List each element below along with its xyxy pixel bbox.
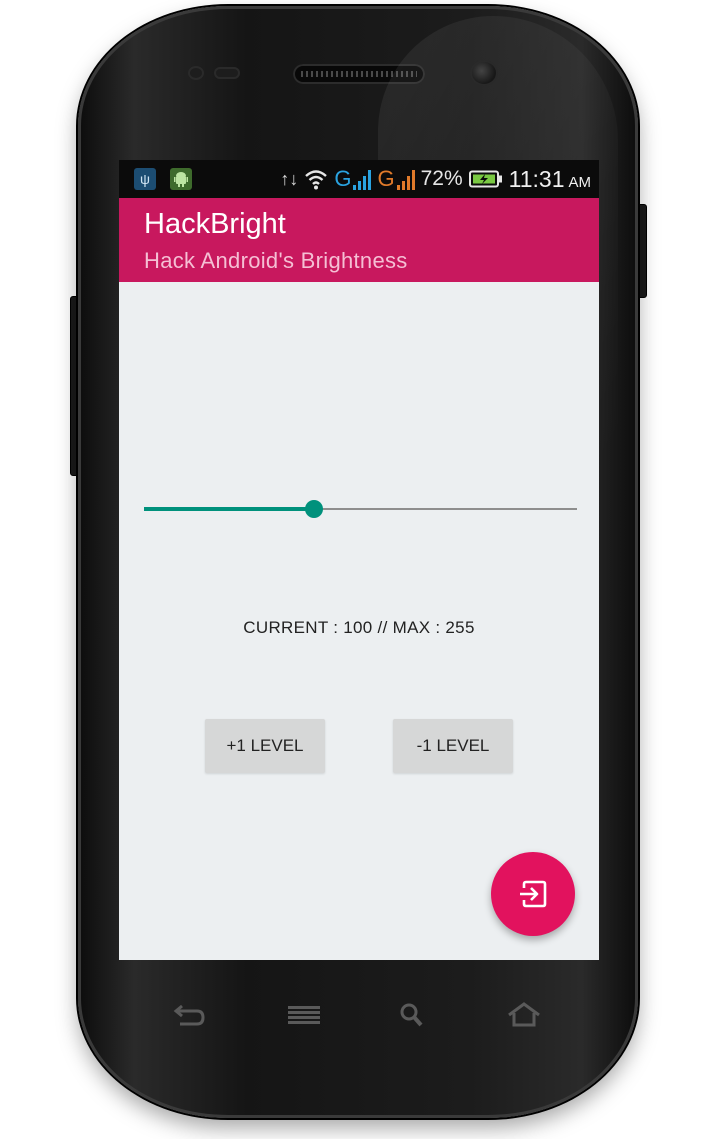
android-debug-icon [170,168,192,190]
proximity-sensor [188,66,204,80]
app-bar: HackBright Hack Android's Brightness [119,198,599,282]
page-subtitle: Hack Android's Brightness [144,248,408,273]
usb-icon: ψ [134,168,156,190]
decrease-level-button[interactable]: -1 LEVEL [393,719,513,773]
slider-fill [144,507,314,511]
earpiece-speaker [293,64,425,84]
back-key[interactable] [170,998,210,1032]
signal-icon-sim2: G [377,168,415,190]
home-icon [508,1002,540,1027]
menu-key[interactable] [284,998,324,1032]
slider-thumb[interactable] [304,500,323,518]
data-activity-icon: ↑↓ [280,168,299,189]
brightness-slider[interactable] [144,500,577,520]
clock: 11:31 AM [508,165,591,192]
page-title: HackBright [144,208,286,240]
home-key[interactable] [504,998,544,1032]
signal-icon-sim1: G [334,168,372,190]
search-key[interactable] [392,998,432,1032]
exit-fab-button[interactable] [491,852,575,936]
status-bar: ψ ↑↓ G G 72% 11:31 AM [119,160,599,198]
front-camera [472,62,496,84]
search-icon [400,1003,423,1027]
battery-charging-icon [468,170,502,188]
wifi-icon [305,170,328,190]
menu-icon [288,1006,320,1024]
phone-screen: ψ ↑↓ G G 72% 11:31 AM HackBright Hack An… [119,160,599,960]
brightness-readout: CURRENT : 100 // MAX : 255 [243,618,475,637]
light-sensor [214,67,240,79]
battery-percent: 72% [420,167,463,190]
increase-level-button[interactable]: +1 LEVEL [205,719,325,773]
exit-to-app-icon [520,880,547,908]
power-button[interactable] [637,204,647,298]
back-icon [173,1004,205,1026]
